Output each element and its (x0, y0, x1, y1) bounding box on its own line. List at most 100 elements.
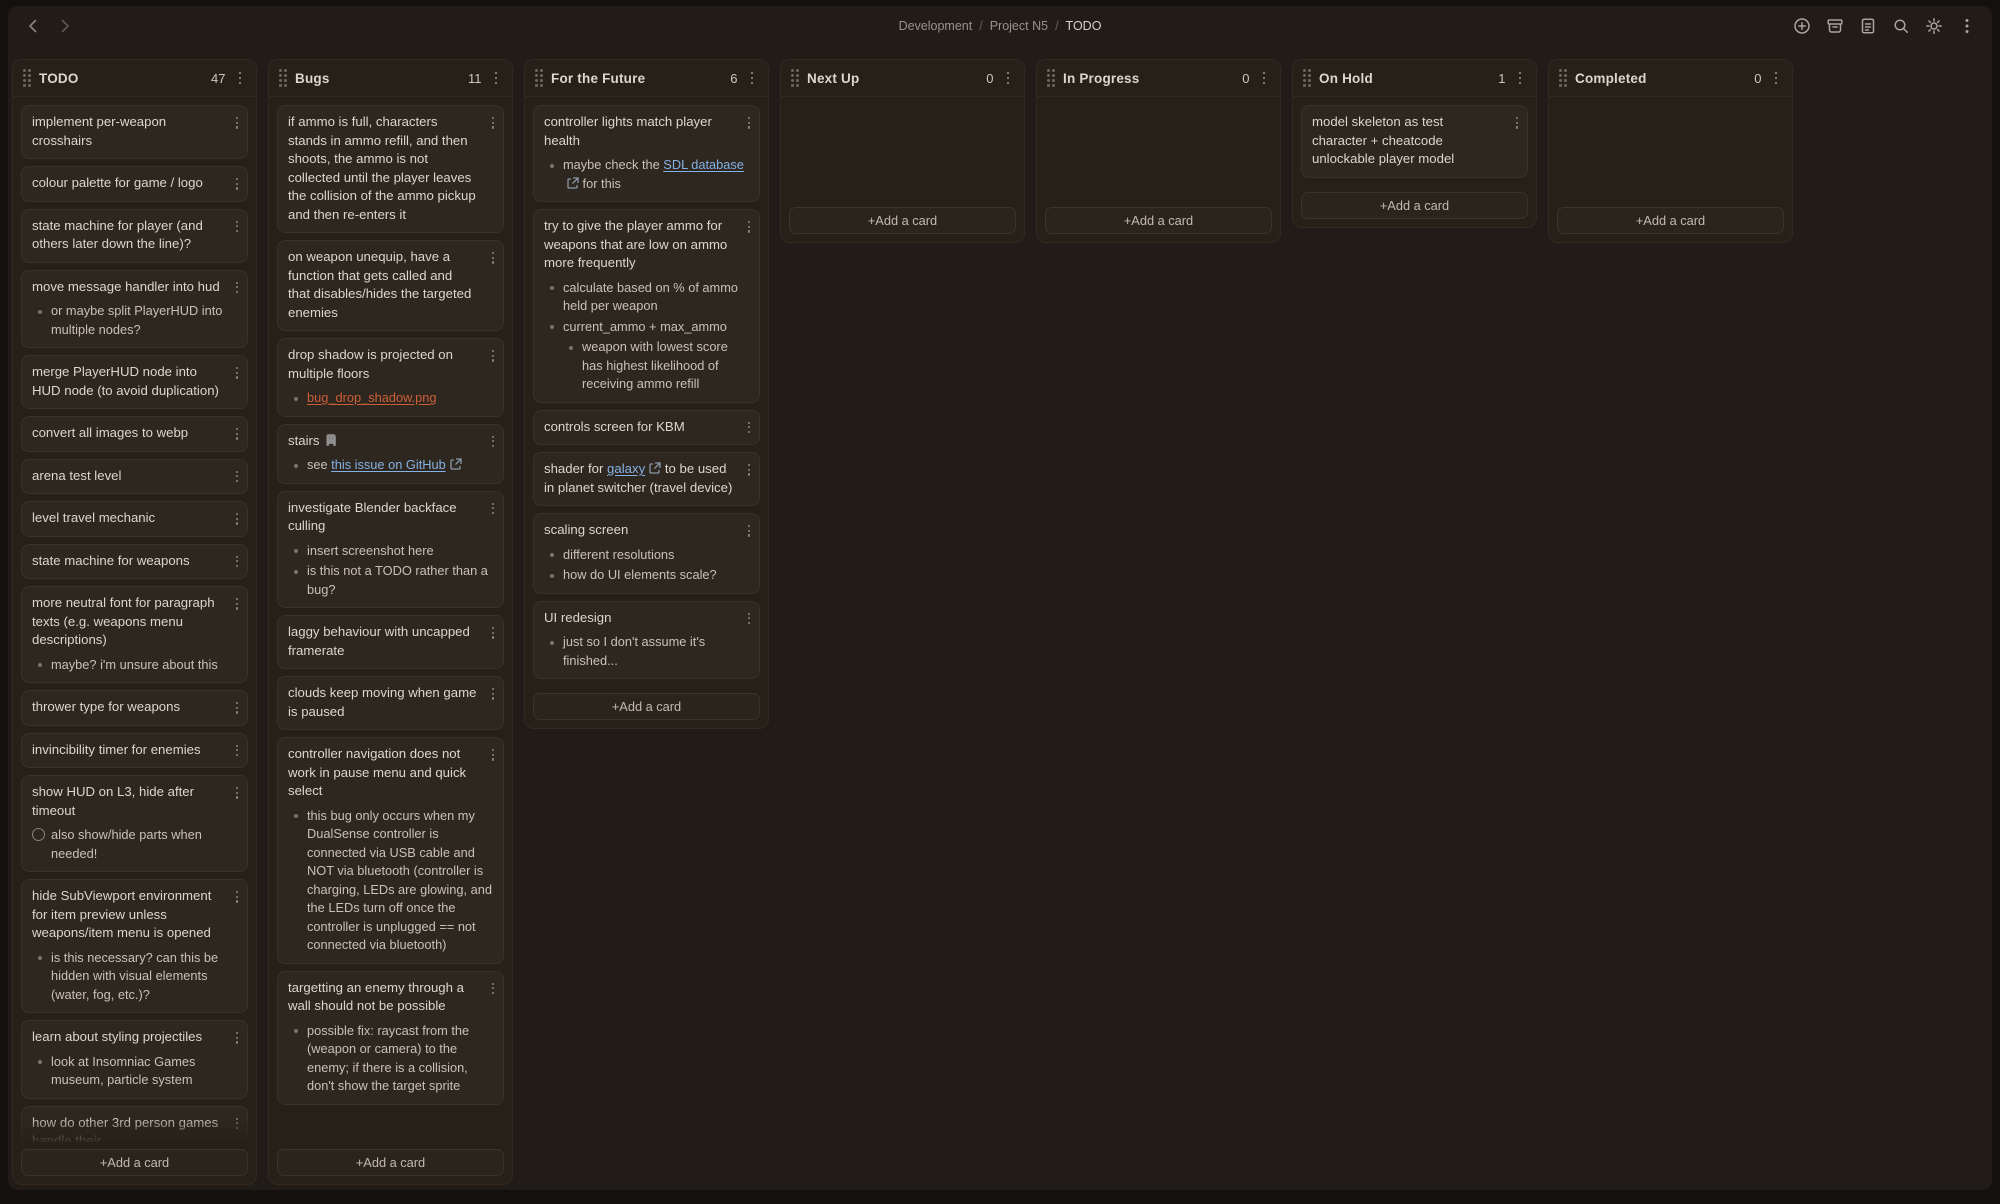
add-card-button[interactable]: +Add a card (277, 1149, 504, 1176)
card-link[interactable]: galaxy (607, 461, 645, 476)
column-menu-button[interactable] (234, 69, 247, 88)
card[interactable]: hide SubViewport environment for item pr… (21, 879, 248, 1013)
card-menu-button[interactable] (743, 114, 755, 132)
card[interactable]: colour palette for game / logo (21, 166, 248, 202)
card[interactable]: drop shadow is projected on multiple flo… (277, 338, 504, 417)
card-menu-button[interactable] (487, 980, 499, 998)
card-menu-button[interactable] (487, 746, 499, 764)
card[interactable]: learn about styling projectileslook at I… (21, 1020, 248, 1099)
card-menu-button[interactable] (487, 685, 499, 703)
card-menu-button[interactable] (743, 218, 755, 236)
card[interactable]: how do other 3rd person games handle the… (21, 1106, 248, 1143)
column-menu-button[interactable] (1002, 69, 1015, 88)
card-menu-button[interactable] (743, 610, 755, 628)
settings-icon[interactable] (1925, 17, 1943, 35)
card-menu-button[interactable] (231, 114, 243, 132)
card-menu-button[interactable] (231, 468, 243, 486)
column-drag-handle-icon[interactable] (791, 69, 799, 87)
card[interactable]: laggy behaviour with uncapped framerate (277, 615, 504, 669)
column-menu-button[interactable] (490, 69, 503, 88)
card[interactable]: if ammo is full, characters stands in am… (277, 105, 504, 233)
card[interactable]: model skeleton as test character + cheat… (1301, 105, 1528, 178)
search-icon[interactable] (1892, 17, 1910, 35)
card[interactable]: state machine for weapons (21, 544, 248, 580)
archive-icon[interactable] (1826, 17, 1844, 35)
card[interactable]: level travel mechanic (21, 501, 248, 537)
card-menu-button[interactable] (231, 175, 243, 193)
card-menu-button[interactable] (231, 553, 243, 571)
card-menu-button[interactable] (1511, 114, 1523, 132)
card[interactable]: targetting an enemy through a wall shoul… (277, 971, 504, 1105)
card[interactable]: show HUD on L3, hide after timeoutalso s… (21, 775, 248, 872)
card[interactable]: controller lights match player healthmay… (533, 105, 760, 202)
card-menu-button[interactable] (231, 699, 243, 717)
card-menu-button[interactable] (231, 510, 243, 528)
card-menu-button[interactable] (487, 114, 499, 132)
card[interactable]: try to give the player ammo for weapons … (533, 209, 760, 403)
breadcrumb-item[interactable]: Project N5 (990, 19, 1048, 33)
card[interactable]: state machine for player (and others lat… (21, 209, 248, 263)
column-menu-button[interactable] (746, 69, 759, 88)
card-menu-button[interactable] (231, 1029, 243, 1047)
card-menu-button[interactable] (743, 461, 755, 479)
plus-circle-icon[interactable] (1793, 17, 1811, 35)
card[interactable]: implement per-weapon crosshairs (21, 105, 248, 159)
card[interactable]: shader for galaxy to be used in planet s… (533, 452, 760, 506)
more-icon[interactable] (1958, 17, 1976, 35)
add-card-button[interactable]: +Add a card (533, 693, 760, 720)
card-menu-button[interactable] (231, 364, 243, 382)
card[interactable]: merge PlayerHUD node into HUD node (to a… (21, 355, 248, 409)
card-menu-button[interactable] (231, 595, 243, 613)
column-menu-button[interactable] (1770, 69, 1783, 88)
add-card-button[interactable]: +Add a card (1557, 207, 1784, 234)
card[interactable]: more neutral font for paragraph texts (e… (21, 586, 248, 683)
card-link[interactable]: bug_drop_shadow.png (307, 390, 437, 405)
card[interactable]: stairssee this issue on GitHub (277, 424, 504, 484)
column-drag-handle-icon[interactable] (1047, 69, 1055, 87)
breadcrumb-item[interactable]: TODO (1066, 19, 1102, 33)
card[interactable]: move message handler into hudor maybe sp… (21, 270, 248, 349)
column-menu-button[interactable] (1258, 69, 1271, 88)
checkbox-circle-icon[interactable] (32, 828, 45, 841)
card[interactable]: scaling screendifferent resolutionshow d… (533, 513, 760, 594)
add-card-button[interactable]: +Add a card (21, 1149, 248, 1176)
column-drag-handle-icon[interactable] (535, 69, 543, 87)
column-drag-handle-icon[interactable] (23, 69, 31, 87)
card-menu-button[interactable] (231, 1115, 243, 1133)
column-menu-button[interactable] (1514, 69, 1527, 88)
column-drag-handle-icon[interactable] (1303, 69, 1311, 87)
card[interactable]: thrower type for weapons (21, 690, 248, 726)
card-menu-button[interactable] (231, 218, 243, 236)
card[interactable]: arena test level (21, 459, 248, 495)
card-menu-button[interactable] (231, 742, 243, 760)
card-menu-button[interactable] (487, 500, 499, 518)
column-drag-handle-icon[interactable] (1559, 69, 1567, 87)
card-menu-button[interactable] (487, 347, 499, 365)
card-menu-button[interactable] (487, 433, 499, 451)
card-menu-button[interactable] (487, 624, 499, 642)
forward-arrow-icon[interactable] (56, 17, 74, 35)
card-menu-button[interactable] (487, 249, 499, 267)
card[interactable]: clouds keep moving when game is paused (277, 676, 504, 730)
card[interactable]: invincibility timer for enemies (21, 733, 248, 769)
back-arrow-icon[interactable] (24, 17, 42, 35)
card-link[interactable]: SDL database (663, 157, 744, 172)
card-menu-button[interactable] (231, 279, 243, 297)
add-card-button[interactable]: +Add a card (789, 207, 1016, 234)
add-card-button[interactable]: +Add a card (1301, 192, 1528, 219)
column-drag-handle-icon[interactable] (279, 69, 287, 87)
card[interactable]: convert all images to webp (21, 416, 248, 452)
card[interactable]: controls screen for KBM (533, 410, 760, 446)
card[interactable]: on weapon unequip, have a function that … (277, 240, 504, 331)
card[interactable]: UI redesignjust so I don't assume it's f… (533, 601, 760, 680)
breadcrumb-item[interactable]: Development (899, 19, 973, 33)
card[interactable]: investigate Blender backface cullinginse… (277, 491, 504, 609)
new-document-icon[interactable] (1859, 17, 1877, 35)
add-card-button[interactable]: +Add a card (1045, 207, 1272, 234)
card-menu-button[interactable] (231, 888, 243, 906)
card-menu-button[interactable] (743, 522, 755, 540)
card[interactable]: controller navigation does not work in p… (277, 737, 504, 964)
card-menu-button[interactable] (231, 425, 243, 443)
card-menu-button[interactable] (743, 419, 755, 437)
card-link[interactable]: this issue on GitHub (331, 457, 446, 472)
